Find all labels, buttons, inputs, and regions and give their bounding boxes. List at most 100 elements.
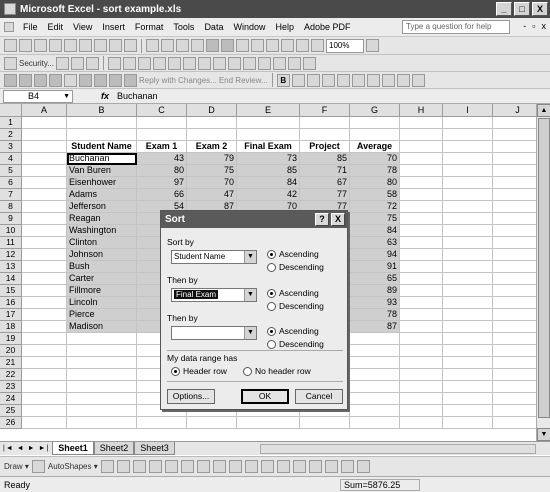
cell[interactable]	[22, 369, 67, 381]
research-icon[interactable]	[124, 39, 137, 52]
review-next-icon[interactable]	[19, 73, 32, 87]
cell[interactable]	[22, 249, 67, 261]
menu-adobe-pdf[interactable]: Adobe PDF	[299, 22, 356, 32]
delete-comment-icon[interactable]	[94, 73, 107, 87]
chevron-down-icon[interactable]: ▼	[244, 251, 256, 263]
menu-format[interactable]: Format	[130, 22, 169, 32]
score-cell[interactable]: 84	[350, 225, 400, 237]
arrow-style-icon[interactable]	[324, 460, 338, 473]
line-icon[interactable]	[100, 460, 114, 473]
student-name-cell[interactable]: Van Buren	[67, 165, 137, 177]
cell[interactable]	[400, 249, 443, 261]
score-cell[interactable]: 93	[350, 297, 400, 309]
menu-window[interactable]: Window	[228, 22, 270, 32]
then-by-1-descending-radio[interactable]: Descending	[267, 301, 324, 311]
form-combo-icon[interactable]	[212, 56, 226, 70]
cell[interactable]	[67, 393, 137, 405]
column-title-cell[interactable]: Final Exam	[237, 141, 300, 153]
undo-icon[interactable]	[206, 39, 219, 52]
cell[interactable]	[22, 237, 67, 249]
end-review-button[interactable]: End Review...	[219, 76, 268, 85]
form-spinner-icon[interactable]	[242, 56, 256, 70]
radio-icon[interactable]	[267, 301, 276, 311]
cell[interactable]	[22, 117, 67, 129]
cell[interactable]	[22, 153, 67, 165]
chart-wizard-icon[interactable]	[296, 39, 309, 52]
student-name-cell[interactable]: Adams	[67, 189, 137, 201]
font-color-icon[interactable]	[276, 460, 290, 473]
row-header-12[interactable]: 12	[0, 249, 22, 261]
cell[interactable]	[443, 297, 493, 309]
workbook-icon[interactable]	[4, 22, 14, 32]
row-header-20[interactable]: 20	[0, 345, 22, 357]
visual-basic-icon[interactable]	[55, 56, 69, 70]
horizontal-scrollbar[interactable]	[260, 444, 536, 454]
score-cell[interactable]: 97	[137, 177, 187, 189]
row-header-6[interactable]: 6	[0, 177, 22, 189]
rectangle-icon[interactable]	[132, 460, 146, 473]
sort-by-descending-radio[interactable]: Descending	[267, 262, 324, 272]
column-title-cell[interactable]: Exam 1	[137, 141, 187, 153]
align-right-icon[interactable]	[351, 73, 365, 87]
cell[interactable]	[443, 417, 493, 429]
score-cell[interactable]: 78	[350, 165, 400, 177]
cell[interactable]	[400, 177, 443, 189]
row-header-2[interactable]: 2	[0, 129, 22, 141]
cell[interactable]	[22, 381, 67, 393]
score-cell[interactable]: 75	[187, 165, 237, 177]
dialog-help-button[interactable]: ?	[315, 213, 329, 226]
then-by-1-select[interactable]: Final Exam ▼	[171, 288, 257, 302]
score-cell[interactable]: 84	[237, 177, 300, 189]
cell[interactable]	[443, 117, 493, 129]
save-icon[interactable]	[34, 39, 47, 52]
dialog-close-button[interactable]: X	[331, 213, 345, 226]
cell[interactable]	[400, 201, 443, 213]
form-scrollbar-icon[interactable]	[227, 56, 241, 70]
cell[interactable]	[400, 345, 443, 357]
cell[interactable]	[443, 189, 493, 201]
3d-icon[interactable]	[356, 460, 370, 473]
cell[interactable]	[137, 417, 187, 429]
zoom-select[interactable]: 100%	[326, 38, 364, 53]
cell[interactable]	[22, 321, 67, 333]
cell[interactable]	[22, 213, 67, 225]
help-search-input[interactable]: Type a question for help	[402, 20, 510, 34]
cell[interactable]	[443, 321, 493, 333]
paste-icon[interactable]	[176, 39, 189, 52]
cell[interactable]	[22, 177, 67, 189]
cell[interactable]	[22, 225, 67, 237]
form-code-icon[interactable]	[272, 56, 286, 70]
chevron-down-icon[interactable]: ▼	[244, 289, 256, 301]
sheet-nav-buttons[interactable]: |◄ ◄ ► ►|	[0, 445, 52, 452]
cell[interactable]	[400, 273, 443, 285]
hyperlink-icon[interactable]	[236, 39, 249, 52]
cell[interactable]	[350, 333, 400, 345]
row-header-1[interactable]: 1	[0, 117, 22, 129]
cell[interactable]	[187, 129, 237, 141]
cell[interactable]	[443, 213, 493, 225]
cell[interactable]	[400, 309, 443, 321]
cell[interactable]	[443, 333, 493, 345]
cell[interactable]	[400, 369, 443, 381]
row-header-13[interactable]: 13	[0, 261, 22, 273]
arrow-icon[interactable]	[116, 460, 130, 473]
cell[interactable]	[22, 345, 67, 357]
picture-icon[interactable]	[228, 460, 242, 473]
new-comment-icon[interactable]	[64, 73, 77, 87]
cell[interactable]	[67, 333, 137, 345]
form-option-icon[interactable]	[182, 56, 196, 70]
cell[interactable]	[22, 189, 67, 201]
dash-style-icon[interactable]	[308, 460, 322, 473]
menu-view[interactable]: View	[68, 22, 97, 32]
cell[interactable]	[350, 417, 400, 429]
minimize-button[interactable]: _	[496, 2, 512, 16]
align-center-icon[interactable]	[336, 73, 350, 87]
cell[interactable]	[300, 117, 350, 129]
row-header-4[interactable]: 4	[0, 153, 22, 165]
cell[interactable]	[443, 177, 493, 189]
score-cell[interactable]: 79	[187, 153, 237, 165]
student-name-cell[interactable]: Lincoln	[67, 297, 137, 309]
cell[interactable]	[22, 333, 67, 345]
cut-icon[interactable]	[146, 39, 159, 52]
align-left-icon[interactable]	[321, 73, 335, 87]
